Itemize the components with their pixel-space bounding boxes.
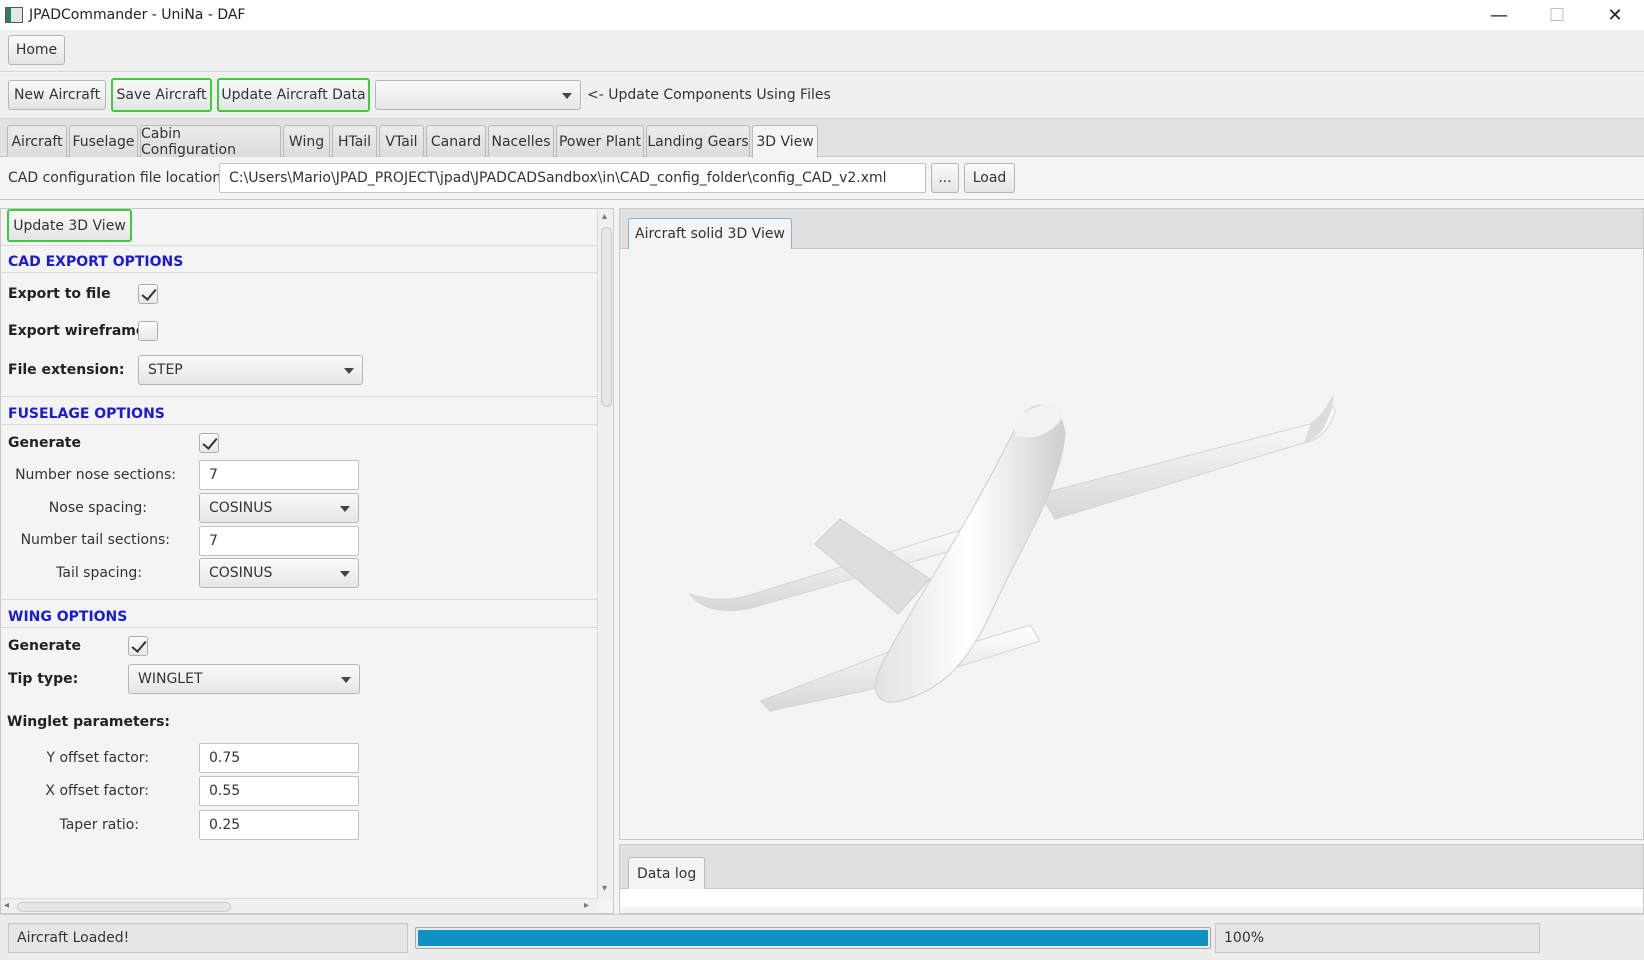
nose-sections-input[interactable]: 7 (199, 460, 359, 490)
tail-spacing-label: Tail spacing: (56, 565, 142, 581)
x-offset-label: X offset factor: (45, 783, 149, 799)
minimize-button[interactable]: — (1470, 0, 1528, 30)
wing-section-title: WING OPTIONS (8, 609, 128, 625)
window-title: JPADCommander - UniNa - DAF (29, 7, 246, 23)
tip-type-label: Tip type: (8, 671, 79, 687)
wing-generate-label: Generate (8, 638, 81, 654)
nose-spacing-select[interactable]: COSINUS (199, 493, 359, 523)
options-vertical-scroll-thumb[interactable] (601, 227, 612, 407)
scroll-left-icon[interactable]: ◂ (4, 900, 9, 911)
chevron-down-icon (340, 506, 350, 512)
tip-type-select[interactable]: WINGLET (128, 664, 360, 694)
tail-sections-label: Number tail sections: (20, 532, 170, 548)
cad-config-label: CAD configuration file location: (8, 170, 226, 186)
tab-vtail[interactable]: VTail (379, 125, 424, 157)
maximize-button[interactable]: ☐ (1528, 0, 1586, 30)
tab-wing[interactable]: Wing (283, 125, 330, 157)
tab-cabin-configuration[interactable]: Cabin Configuration (140, 125, 281, 158)
progress-fill (418, 930, 1208, 946)
tail-spacing-select[interactable]: COSINUS (199, 558, 359, 588)
tab-power-plant[interactable]: Power Plant (556, 125, 644, 157)
status-bar: Aircraft Loaded! 100% (0, 914, 1644, 960)
tab-nacelles[interactable]: Nacelles (488, 125, 554, 157)
fuselage-generate-label: Generate (8, 435, 81, 451)
options-horizontal-scroll-thumb[interactable] (17, 902, 231, 912)
file-extension-label: File extension: (8, 362, 125, 378)
progress-percent: 100% (1215, 923, 1540, 953)
chevron-down-icon (340, 571, 350, 577)
components-file-combo[interactable] (375, 80, 581, 110)
status-message: Aircraft Loaded! (8, 923, 408, 953)
tab-htail[interactable]: HTail (332, 125, 377, 157)
title-bar: JPADCommander - UniNa - DAF — ☐ ✕ (0, 0, 1644, 30)
data-log-panel: Data log (619, 844, 1644, 914)
scroll-down-icon[interactable]: ▾ (602, 883, 607, 894)
tab-fuselage[interactable]: Fuselage (69, 125, 138, 157)
menu-bar: Home (0, 30, 1644, 72)
y-offset-label: Y offset factor: (46, 750, 149, 766)
nose-spacing-value: COSINUS (209, 500, 273, 516)
chevron-down-icon (562, 93, 572, 99)
tail-spacing-value: COSINUS (209, 565, 273, 581)
toolbar: New Aircraft Save Aircraft Update Aircra… (0, 73, 1644, 119)
save-aircraft-button[interactable]: Save Aircraft (111, 78, 212, 112)
close-button[interactable]: ✕ (1586, 0, 1644, 30)
new-aircraft-button[interactable]: New Aircraft (8, 80, 106, 110)
wing-generate-checkbox[interactable] (128, 636, 148, 656)
taper-ratio-input[interactable]: 0.25 (199, 810, 359, 840)
tab-aircraft[interactable]: Aircraft (7, 125, 67, 157)
update-components-hint: <- Update Components Using Files (587, 87, 831, 103)
export-wireframe-checkbox[interactable] (138, 321, 158, 341)
data-log-area[interactable] (620, 889, 1643, 907)
fuselage-section-title: FUSELAGE OPTIONS (8, 406, 165, 422)
tip-type-value: WINGLET (138, 671, 203, 687)
cad-options-panel: Update 3D View CAD EXPORT OPTIONS Export… (0, 208, 614, 914)
file-extension-value: STEP (148, 362, 183, 378)
chevron-down-icon (341, 677, 351, 683)
nose-spacing-label: Nose spacing: (48, 500, 147, 516)
browse-button[interactable]: ... (931, 163, 959, 193)
aircraft-3d-view-panel: Aircraft solid 3D View (619, 208, 1644, 840)
progress-bar (415, 927, 1211, 949)
export-wireframe-label: Export wireframe (8, 323, 146, 339)
x-offset-input[interactable]: 0.55 (199, 776, 359, 806)
aircraft-3d-render[interactable] (620, 249, 1643, 839)
tab-aircraft-solid-3d-view[interactable]: Aircraft solid 3D View (628, 218, 792, 249)
scroll-up-icon[interactable]: ▴ (602, 211, 607, 222)
cad-config-row: CAD configuration file location: C:\User… (0, 158, 1644, 200)
export-to-file-checkbox[interactable] (138, 284, 158, 304)
fuselage-generate-checkbox[interactable] (199, 433, 219, 453)
nose-sections-label: Number nose sections: (15, 467, 176, 483)
file-extension-select[interactable]: STEP (138, 355, 363, 385)
load-button[interactable]: Load (964, 163, 1015, 193)
export-to-file-label: Export to file (8, 286, 111, 302)
tail-sections-input[interactable]: 7 (199, 526, 359, 556)
chevron-down-icon (344, 368, 354, 374)
update-3d-view-button[interactable]: Update 3D View (7, 209, 132, 242)
options-vertical-scrollbar[interactable]: ▴ ▾ (597, 209, 613, 899)
tab-data-log[interactable]: Data log (628, 857, 706, 889)
cad-config-path-field[interactable]: C:\Users\Mario\JPAD_PROJECT\jpad\JPADCAD… (219, 163, 926, 193)
cad-export-section-title: CAD EXPORT OPTIONS (8, 254, 184, 270)
options-horizontal-scrollbar[interactable]: ◂ ▸ (1, 898, 597, 913)
home-menu-button[interactable]: Home (8, 35, 65, 65)
tab-canard[interactable]: Canard (426, 125, 486, 157)
taper-ratio-label: Taper ratio: (59, 817, 139, 833)
update-aircraft-data-button[interactable]: Update Aircraft Data (217, 78, 370, 112)
scroll-right-icon[interactable]: ▸ (584, 900, 589, 911)
component-tabs: Aircraft Fuselage Cabin Configuration Wi… (0, 119, 1644, 158)
y-offset-input[interactable]: 0.75 (199, 743, 359, 773)
winglet-parameters-label: Winglet parameters: (7, 714, 171, 730)
tab-landing-gears[interactable]: Landing Gears (646, 125, 750, 157)
app-icon (5, 7, 23, 23)
tab-3d-view[interactable]: 3D View (752, 125, 818, 158)
